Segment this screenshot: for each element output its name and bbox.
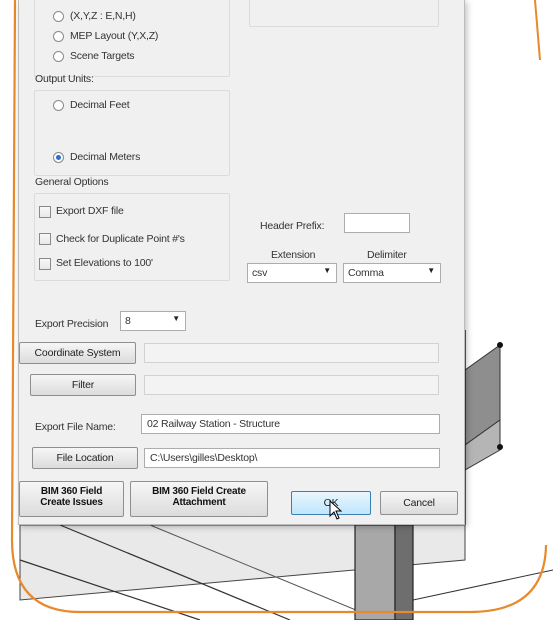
delimiter-label: Delimiter [367, 249, 407, 261]
radio-xyz-enh[interactable] [53, 11, 64, 22]
export-precision-label: Export Precision [35, 318, 109, 330]
file-location-field: C:\Users\gilles\Desktop\ [144, 448, 440, 468]
checkbox-check-duplicate-label: Check for Duplicate Point #'s [56, 233, 185, 245]
coordinate-system-field [144, 343, 439, 363]
export-precision-value: 8 [125, 315, 131, 327]
extension-label: Extension [271, 249, 316, 261]
export-file-name-label: Export File Name: [35, 421, 116, 433]
chevron-down-icon: ▼ [172, 314, 180, 323]
radio-decimal-feet-label: Decimal Feet [70, 99, 130, 111]
export-file-name-input[interactable]: 02 Railway Station - Structure [141, 414, 440, 434]
file-location-button[interactable]: File Location [32, 447, 138, 469]
bim-360-create-attachment-line1: BIM 360 Field Create [152, 486, 246, 497]
filter-field [144, 375, 439, 395]
checkbox-export-dxf-label: Export DXF file [56, 205, 124, 217]
checkbox-set-elevations-label: Set Elevations to 100' [56, 257, 153, 269]
header-prefix-label: Header Prefix: [260, 220, 325, 232]
chevron-down-icon: ▼ [323, 266, 331, 275]
radio-decimal-meters-label: Decimal Meters [70, 151, 141, 163]
checkbox-set-elevations[interactable] [39, 258, 51, 270]
chevron-down-icon: ▼ [427, 266, 435, 275]
bim-360-create-issues-button[interactable]: BIM 360 Field Create Issues [19, 481, 124, 517]
delimiter-select-value: Comma [348, 267, 384, 279]
radio-scene-targets-label: Scene Targets [70, 50, 135, 62]
coordinate-system-button[interactable]: Coordinate System [19, 342, 136, 364]
radio-decimal-meters[interactable] [53, 152, 64, 163]
export-points-dialog: (X,Y,Z : E,N,H) MEP Layout (Y,X,Z) Scene… [18, 0, 465, 525]
header-prefix-input[interactable] [344, 213, 410, 233]
general-options-title: General Options [35, 176, 109, 188]
extension-select-value: csv [252, 267, 268, 279]
delimiter-select[interactable]: Comma ▼ [343, 263, 441, 283]
filter-button[interactable]: Filter [30, 374, 136, 396]
bim-360-create-issues-line1: BIM 360 Field [40, 486, 103, 497]
radio-mep-layout[interactable] [53, 31, 64, 42]
checkbox-export-dxf[interactable] [39, 206, 51, 218]
radio-decimal-feet[interactable] [53, 100, 64, 111]
extension-select[interactable]: csv ▼ [247, 263, 337, 283]
right-top-group [249, 0, 439, 27]
output-units-title: Output Units: [35, 73, 94, 85]
bim-360-create-attachment-button[interactable]: BIM 360 Field Create Attachment [130, 481, 268, 517]
radio-mep-layout-label: MEP Layout (Y,X,Z) [70, 30, 159, 42]
checkbox-check-duplicate[interactable] [39, 233, 51, 245]
cancel-button[interactable]: Cancel [380, 491, 458, 515]
bim-360-create-issues-line2: Create Issues [40, 497, 103, 508]
bim-360-create-attachment-line2: Attachment [172, 497, 226, 508]
radio-scene-targets[interactable] [53, 51, 64, 62]
radio-xyz-enh-label: (X,Y,Z : E,N,H) [70, 10, 136, 22]
export-precision-select[interactable]: 8 ▼ [120, 311, 186, 331]
mouse-cursor-icon [329, 500, 343, 520]
